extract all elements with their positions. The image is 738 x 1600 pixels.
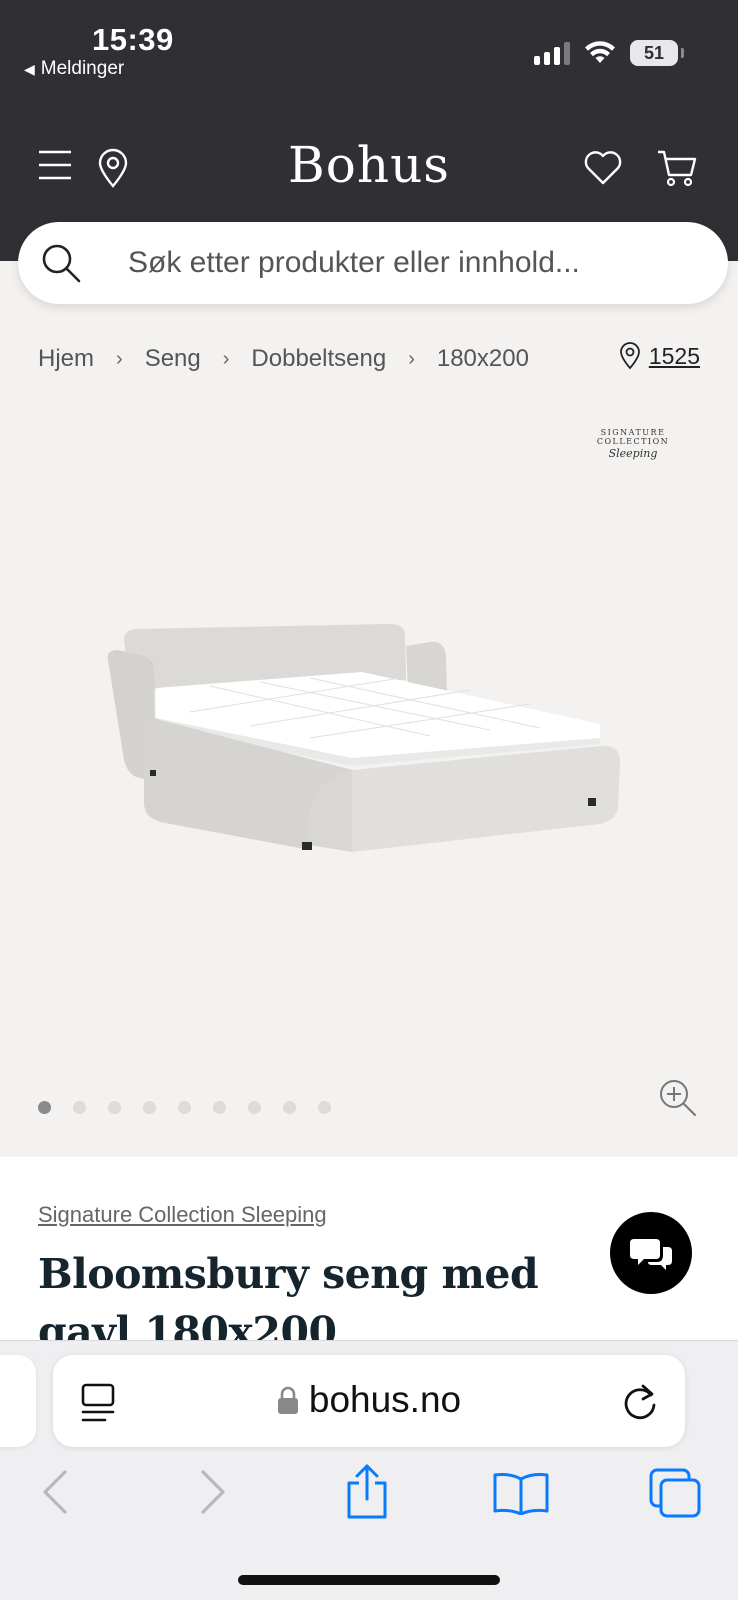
gallery-dot[interactable] — [38, 1101, 51, 1114]
search-input[interactable] — [128, 240, 688, 286]
gallery-dot[interactable] — [143, 1101, 156, 1114]
breadcrumb-dobbeltseng[interactable]: Dobbeltseng — [251, 345, 386, 373]
brand-logo[interactable]: Bohus — [0, 136, 738, 194]
battery-indicator: 51 — [630, 40, 684, 66]
breadcrumb-home[interactable]: Hjem — [38, 345, 94, 373]
breadcrumb-size[interactable]: 180x200 — [437, 345, 529, 373]
browser-toolbar: bohus.no — [0, 1340, 738, 1600]
chevron-right-icon: › — [116, 347, 123, 370]
breadcrumb-seng[interactable]: Seng — [145, 345, 201, 373]
url-text: bohus.no — [308, 1379, 462, 1420]
back-app-label: Meldinger — [40, 58, 125, 79]
collection-logo-line1: SIGNATURE COLLECTION — [596, 428, 670, 446]
heart-icon[interactable] — [583, 150, 623, 186]
product-image[interactable] — [100, 620, 640, 870]
forward-arrow-icon[interactable] — [198, 1469, 228, 1515]
wifi-icon — [585, 41, 615, 63]
chat-bubbles-icon — [630, 1239, 672, 1270]
url-display[interactable]: bohus.no — [53, 1379, 685, 1421]
zoom-in-icon[interactable] — [658, 1078, 698, 1118]
status-icons: 51 — [534, 40, 684, 66]
gallery-dot[interactable] — [283, 1101, 296, 1114]
collection-logo-line2: Sleeping — [608, 447, 658, 460]
bookmarks-icon[interactable] — [492, 1471, 550, 1515]
share-icon[interactable] — [343, 1463, 391, 1521]
back-triangle-icon: ◀ — [24, 60, 35, 77]
reload-icon[interactable] — [621, 1381, 659, 1423]
chat-button[interactable] — [610, 1212, 692, 1294]
gallery-dot[interactable] — [248, 1101, 261, 1114]
product-title: Bloomsbury seng med gavl 180x200 — [38, 1250, 539, 1340]
gallery-dot[interactable] — [178, 1101, 191, 1114]
gallery-pagination — [38, 1101, 331, 1114]
gallery-dot[interactable] — [73, 1101, 86, 1114]
collection-link[interactable]: Signature Collection Sleeping — [38, 1202, 327, 1228]
tabs-icon[interactable] — [648, 1467, 702, 1519]
lock-icon — [277, 1386, 298, 1414]
chevron-right-icon: › — [222, 347, 230, 370]
gallery-dot[interactable] — [318, 1101, 331, 1114]
cart-icon[interactable] — [656, 148, 698, 188]
back-to-app-button[interactable]: ◀ Meldinger — [24, 58, 124, 80]
previous-tab-preview[interactable] — [0, 1355, 36, 1447]
breadcrumb: Hjem › Seng › Dobbeltseng › 180x200 — [38, 345, 529, 373]
chevron-right-icon: › — [408, 347, 415, 370]
store-number[interactable]: 1525 — [649, 343, 700, 370]
home-indicator[interactable] — [238, 1575, 500, 1585]
back-arrow-icon[interactable] — [40, 1469, 70, 1515]
gallery-dot[interactable] — [108, 1101, 121, 1114]
search-icon[interactable] — [40, 242, 82, 284]
status-time: 15:39 — [92, 22, 174, 57]
address-bar[interactable]: bohus.no — [53, 1355, 685, 1447]
location-pin-icon — [619, 342, 640, 370]
cellular-signal-icon — [534, 41, 570, 65]
collection-logo: SIGNATURE COLLECTION Sleeping — [568, 428, 698, 460]
search-bar[interactable] — [18, 222, 728, 304]
gallery-dot[interactable] — [213, 1101, 226, 1114]
store-selector[interactable]: 1525 — [619, 342, 700, 370]
